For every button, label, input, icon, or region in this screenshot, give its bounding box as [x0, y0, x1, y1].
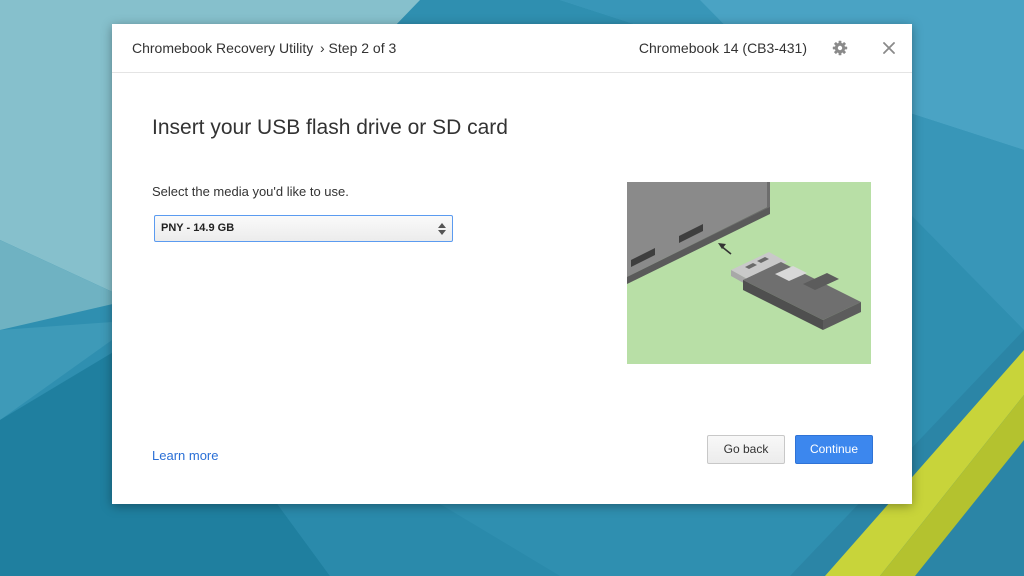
app-title: Chromebook Recovery Utility — [132, 40, 314, 56]
learn-more-link[interactable]: Learn more — [152, 448, 218, 463]
gear-icon[interactable] — [831, 39, 849, 57]
page-title: Insert your USB flash drive or SD card — [152, 116, 508, 139]
select-arrows-icon — [438, 223, 446, 235]
step-indicator: › Step 2 of 3 — [320, 40, 397, 56]
dialog-header: Chromebook Recovery Utility › Step 2 of … — [112, 24, 912, 73]
go-back-button[interactable]: Go back — [707, 435, 785, 464]
recovery-dialog: Chromebook Recovery Utility › Step 2 of … — [112, 24, 912, 504]
continue-button[interactable]: Continue — [795, 435, 873, 464]
usb-drive-illustration — [627, 182, 871, 364]
close-icon[interactable] — [880, 39, 898, 57]
media-select-value: PNY - 14.9 GB — [161, 222, 235, 234]
media-select[interactable]: PNY - 14.9 GB — [154, 215, 453, 242]
media-prompt: Select the media you'd like to use. — [152, 184, 349, 199]
device-model: Chromebook 14 (CB3-431) — [638, 40, 807, 56]
